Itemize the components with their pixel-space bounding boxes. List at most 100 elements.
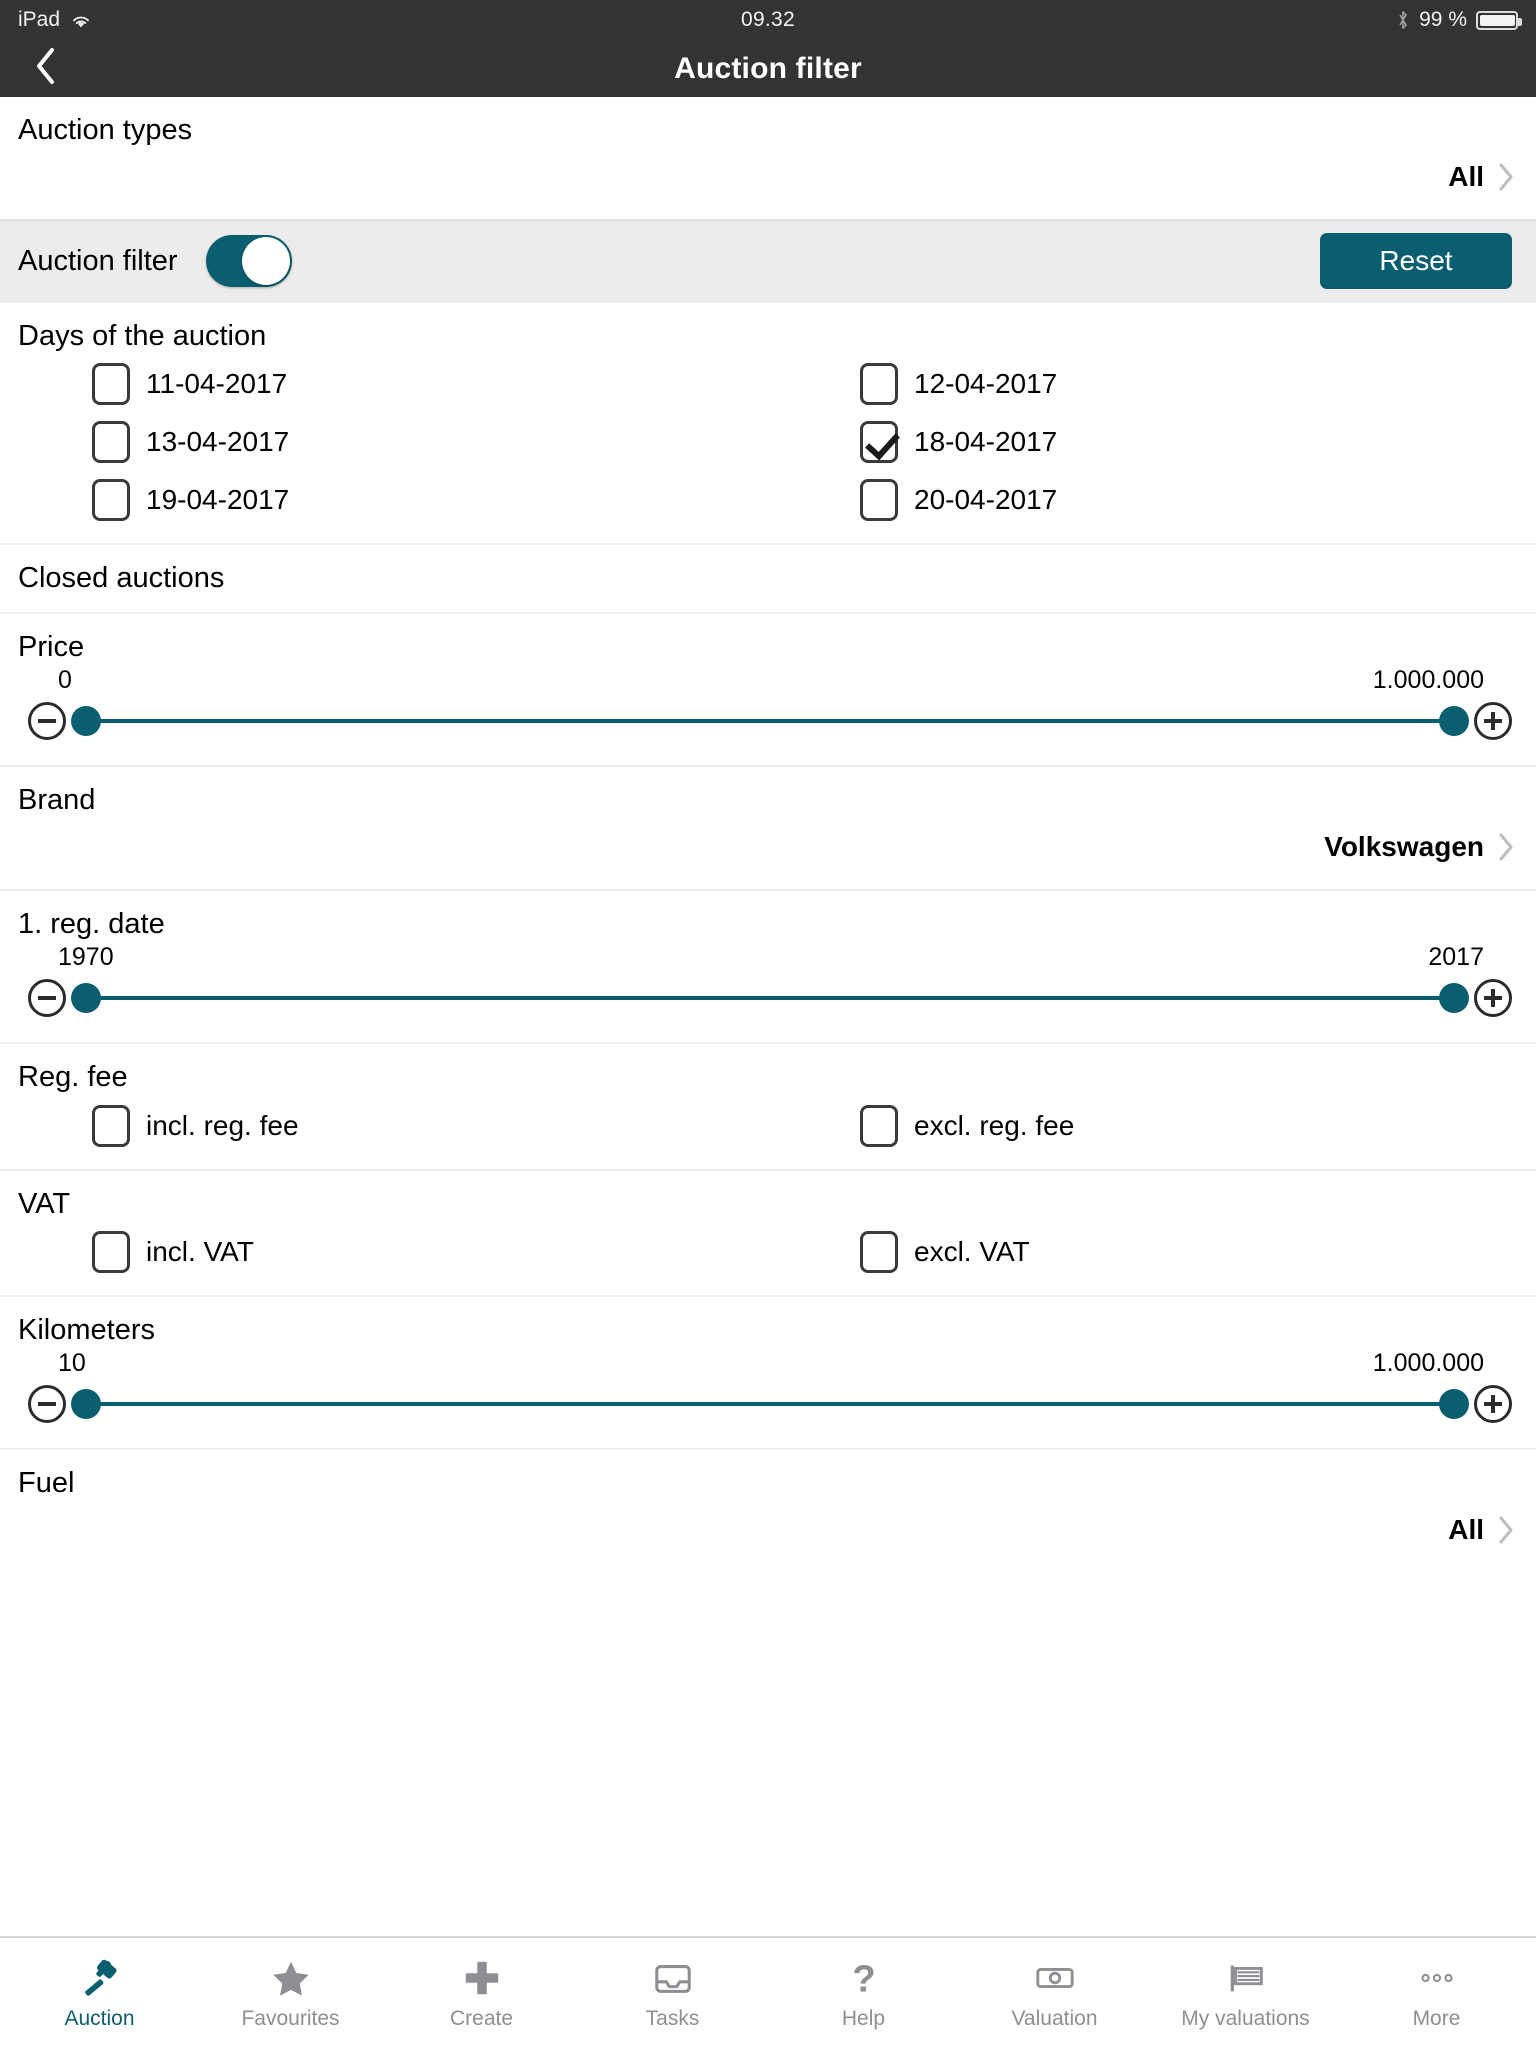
star-icon	[270, 1955, 312, 2001]
tab-label: Auction	[64, 2007, 135, 2030]
auction-types-title: Auction types	[18, 114, 193, 146]
fuel-value: All	[1448, 1514, 1484, 1546]
days-title: Days of the auction	[18, 320, 267, 353]
minus-circle-icon[interactable]	[28, 1384, 66, 1423]
row-reg-fee: Reg. fee incl. reg. fee excl. reg. fee	[0, 1042, 1536, 1169]
checkbox-box[interactable]	[92, 421, 130, 464]
checkbox-item[interactable]: 13-04-2017	[0, 413, 768, 471]
kilometers-slider-handle-max[interactable]	[1439, 1388, 1469, 1419]
battery-percent: 99 %	[1419, 8, 1467, 31]
row-auction-types[interactable]: Auction types All	[0, 97, 1536, 220]
hammer-icon	[79, 1955, 121, 2001]
checkbox-box[interactable]	[860, 1230, 898, 1273]
fuel-title: Fuel	[18, 1466, 75, 1499]
checkbox-box[interactable]	[92, 479, 130, 522]
ellipsis-icon	[1416, 1955, 1458, 2001]
price-max-value: 1.000.000	[1372, 665, 1484, 694]
brand-value: Volkswagen	[1324, 831, 1484, 863]
row-reg-date: 1. reg. date 1970 2017	[0, 889, 1536, 1043]
row-price: Price 0 1.000.000	[0, 611, 1536, 765]
kilometers-slider-line	[0, 1378, 1536, 1434]
checkbox-item[interactable]: excl. VAT	[768, 1223, 1536, 1281]
checkbox-box[interactable]	[92, 1230, 130, 1273]
checkbox-box[interactable]	[860, 479, 898, 522]
tab-create[interactable]: Create	[386, 1938, 577, 2048]
price-slider-handle-min[interactable]	[71, 705, 101, 736]
price-title: Price	[18, 630, 85, 663]
tab-help[interactable]: ? Help	[768, 1938, 959, 2048]
tab-more[interactable]: More	[1341, 1938, 1532, 2048]
closed-auctions-title: Closed auctions	[18, 562, 225, 595]
tab-label: More	[1412, 2007, 1461, 2030]
ipad-screen: iPad 09.32 99 % Auction filter Auction t…	[0, 0, 1536, 2048]
tab-auction[interactable]: Auction	[4, 1938, 195, 2048]
kilometers-title: Kilometers	[18, 1313, 155, 1346]
minus-circle-icon[interactable]	[28, 701, 66, 740]
brand-value-wrap[interactable]: Volkswagen	[0, 817, 1536, 875]
price-slider-handle-max[interactable]	[1439, 705, 1469, 736]
days-checkbox-grid: 11-04-2017 12-04-2017 13-04-2017 18-04-2…	[0, 353, 1536, 543]
fuel-value-wrap[interactable]: All	[0, 1500, 1536, 1558]
checkbox-label: 19-04-2017	[146, 484, 290, 516]
row-vat: VAT incl. VAT excl. VAT	[0, 1168, 1536, 1295]
price-slider-track-area[interactable]	[71, 701, 1469, 741]
reg-date-slider-handle-min[interactable]	[71, 983, 101, 1014]
plus-circle-icon[interactable]	[1474, 1384, 1512, 1423]
tab-label: Help	[841, 2007, 886, 2030]
checkbox-item[interactable]: 11-04-2017	[0, 355, 768, 413]
checkbox-box[interactable]	[860, 421, 898, 464]
kilometers-slider-track-area[interactable]	[71, 1384, 1469, 1424]
reg-fee-title: Reg. fee	[18, 1061, 128, 1094]
checkbox-box[interactable]	[92, 1104, 130, 1147]
plus-circle-icon[interactable]	[1474, 979, 1512, 1018]
reg-date-slider-track	[86, 996, 1454, 1001]
question-icon: ?	[843, 1955, 885, 2001]
price-slider-track	[86, 718, 1454, 723]
checkbox-box[interactable]	[860, 363, 898, 406]
auction-filter-toggle[interactable]	[205, 235, 292, 288]
checkbox-item[interactable]: 12-04-2017	[768, 355, 1536, 413]
bluetooth-icon	[1396, 9, 1410, 31]
reg-date-slider: 1970 2017	[0, 941, 1536, 1042]
tab-valuation[interactable]: Valuation	[959, 1938, 1150, 2048]
checkbox-item[interactable]: incl. reg. fee	[0, 1097, 768, 1155]
auction-filter-label: Auction filter	[18, 244, 178, 277]
price-min-value: 0	[58, 665, 72, 694]
reset-button[interactable]: Reset	[1320, 233, 1512, 290]
row-brand[interactable]: Brand Volkswagen	[0, 764, 1536, 890]
checkbox-item[interactable]: incl. VAT	[0, 1223, 768, 1281]
battery-icon	[1476, 10, 1522, 30]
kilometers-slider-handle-min[interactable]	[71, 1388, 101, 1419]
kilometers-slider: 10 1.000.000	[0, 1347, 1536, 1448]
price-slider-values: 0 1.000.000	[0, 664, 1536, 695]
checkbox-label: 20-04-2017	[914, 484, 1058, 516]
checkbox-item[interactable]: 19-04-2017	[0, 471, 768, 529]
checkbox-item[interactable]: excl. reg. fee	[768, 1097, 1536, 1155]
checkbox-item[interactable]: 18-04-2017	[768, 413, 1536, 471]
plus-circle-icon[interactable]	[1474, 701, 1512, 740]
status-bar: iPad 09.32 99 %	[0, 0, 1536, 40]
minus-circle-icon[interactable]	[28, 979, 66, 1018]
inbox-icon	[652, 1955, 694, 2001]
auction-types-value-wrap[interactable]: All	[0, 147, 1536, 205]
kilometers-min-value: 10	[58, 1348, 86, 1377]
tab-my-valuations[interactable]: My valuations	[1150, 1938, 1341, 2048]
tab-label: Valuation	[1011, 2007, 1098, 2030]
price-slider: 0 1.000.000	[0, 664, 1536, 765]
row-auction-filter-toggle: Auction filter Reset	[0, 219, 1536, 304]
reg-date-slider-values: 1970 2017	[0, 941, 1536, 972]
reg-date-slider-track-area[interactable]	[71, 978, 1469, 1018]
row-closed-auctions[interactable]: Closed auctions	[0, 543, 1536, 612]
checkbox-box[interactable]	[860, 1104, 898, 1147]
row-fuel[interactable]: Fuel All	[0, 1447, 1536, 1573]
reg-date-slider-handle-max[interactable]	[1439, 983, 1469, 1014]
checkbox-label: 13-04-2017	[146, 426, 290, 458]
tab-tasks[interactable]: Tasks	[577, 1938, 768, 2048]
vat-title: VAT	[18, 1187, 71, 1220]
checkbox-box[interactable]	[92, 363, 130, 406]
tab-favourites[interactable]: Favourites	[195, 1938, 386, 2048]
checkbox-item[interactable]: 20-04-2017	[768, 471, 1536, 529]
navigation-bar: Auction filter	[0, 40, 1536, 97]
page-title: Auction filter	[674, 51, 862, 85]
banknote-icon	[1034, 1955, 1076, 2001]
